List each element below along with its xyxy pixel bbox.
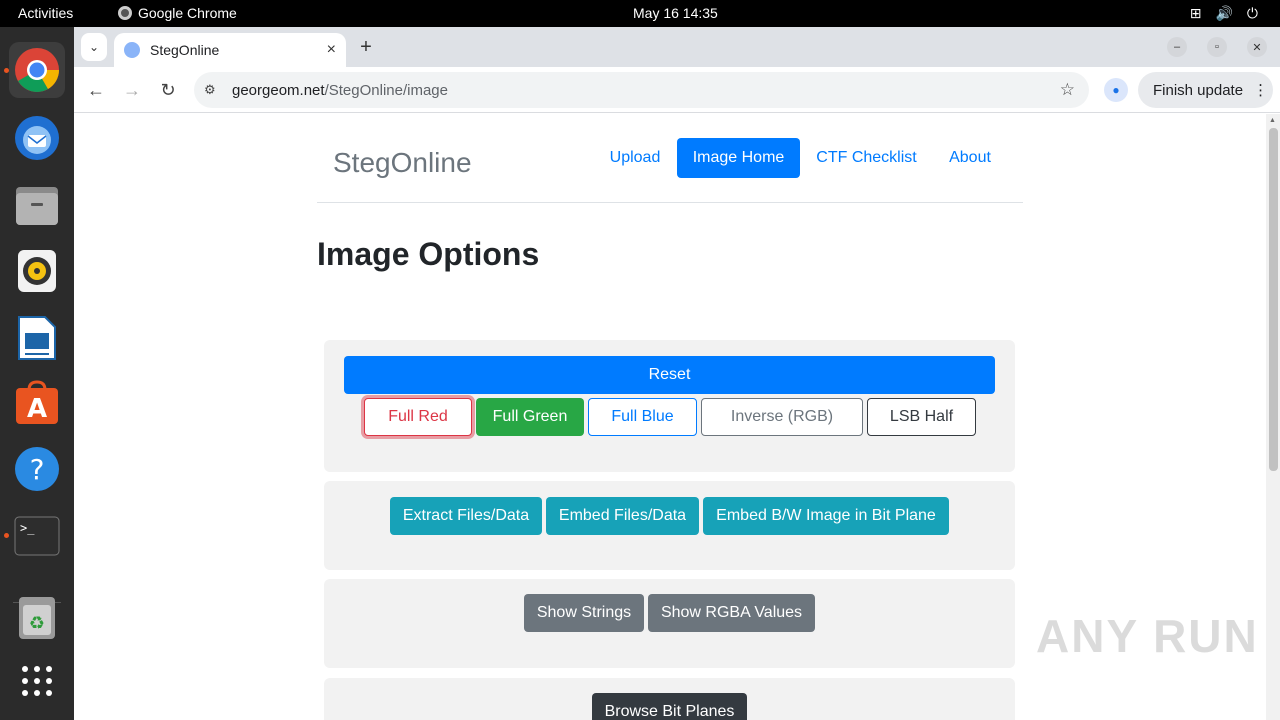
page-viewport: StegOnline Upload Image Home CTF Checkli…	[74, 114, 1280, 720]
activities-button[interactable]: Activities	[18, 5, 73, 21]
browse-bit-planes-button[interactable]: Browse Bit Planes	[592, 693, 747, 720]
nav-about[interactable]: About	[940, 138, 1000, 178]
browser-tab[interactable]: StegOnline ×	[114, 33, 346, 67]
minimize-button[interactable]: –	[1167, 37, 1187, 57]
globe-icon	[124, 42, 140, 58]
chevron-down-icon: ⌄	[88, 40, 100, 54]
analysis-card: Show Strings Show RGBA Values	[324, 579, 1015, 668]
rhythmbox-icon	[18, 250, 56, 292]
dock-files[interactable]	[9, 177, 65, 233]
help-icon: ?	[15, 447, 59, 491]
software-store-icon: A	[16, 380, 58, 424]
scroll-up-icon[interactable]: ▲	[1269, 117, 1276, 124]
profile-avatar[interactable]: ●	[1104, 78, 1128, 102]
dock-thunderbird[interactable]	[9, 110, 65, 166]
extract-files-button[interactable]: Extract Files/Data	[390, 497, 542, 535]
dock-chrome[interactable]	[9, 42, 65, 98]
svg-text:A: A	[27, 394, 47, 424]
arrow-left-icon: ←	[87, 79, 105, 100]
terminal-icon: >_	[14, 516, 60, 556]
url-path: /StegOnline/image	[324, 81, 448, 99]
inverse-rgb-button[interactable]: Inverse (RGB)	[701, 398, 863, 436]
dock-terminal[interactable]: >_	[9, 508, 65, 564]
dock-trash[interactable]: ♻	[9, 590, 65, 646]
chrome-icon	[15, 48, 59, 92]
tab-search-button[interactable]: ⌄	[81, 33, 107, 61]
plus-icon: +	[360, 36, 372, 58]
svg-text:♻: ♻	[29, 613, 45, 634]
browser-window: ⌄ StegOnline × + – ▫ ✕ ← → ↻ ⚙ georgeom.…	[74, 27, 1280, 720]
reset-button[interactable]: Reset	[344, 356, 995, 394]
close-icon: ✕	[1252, 41, 1262, 54]
site-brand[interactable]: StegOnline	[333, 147, 472, 179]
new-tab-button[interactable]: +	[354, 35, 378, 59]
full-green-button[interactable]: Full Green	[476, 398, 584, 436]
close-window-button[interactable]: ✕	[1247, 37, 1267, 57]
full-red-button[interactable]: Full Red	[364, 398, 472, 436]
running-indicator	[4, 68, 9, 73]
bit-planes-card: Browse Bit Planes	[324, 678, 1015, 720]
app-menu-label: Google Chrome	[138, 5, 237, 21]
page-title: Image Options	[317, 236, 540, 272]
maximize-button[interactable]: ▫	[1207, 37, 1227, 57]
page-scrollbar[interactable]: ▲	[1266, 114, 1280, 720]
clock[interactable]: May 16 14:35	[633, 5, 718, 21]
dock-software[interactable]: A	[9, 375, 65, 431]
close-icon[interactable]: ×	[327, 41, 336, 59]
finish-update-button[interactable]: Finish update ⋮	[1138, 72, 1273, 108]
bookmark-star-icon[interactable]: ☆	[1060, 80, 1075, 100]
svg-text:?: ?	[30, 453, 45, 486]
nav-ctf-checklist[interactable]: CTF Checklist	[808, 138, 925, 178]
show-strings-button[interactable]: Show Strings	[524, 594, 644, 632]
reload-icon: ↻	[160, 79, 176, 100]
more-vert-icon: ⋮	[1253, 82, 1269, 99]
finish-update-label: Finish update	[1153, 81, 1244, 99]
chrome-small-icon	[118, 6, 132, 20]
svg-text:>_: >_	[20, 521, 35, 535]
dock-show-apps[interactable]	[9, 653, 65, 709]
back-button[interactable]: ←	[83, 77, 109, 103]
reload-button[interactable]: ↻	[155, 77, 181, 103]
dock: A ? >_ ♻	[0, 27, 74, 720]
nav-image-home[interactable]: Image Home	[677, 138, 800, 178]
files-icon	[16, 187, 58, 225]
site-settings-icon[interactable]: ⚙	[204, 82, 224, 98]
dock-rhythmbox[interactable]	[9, 243, 65, 299]
url-host: georgeom.net	[232, 81, 325, 99]
nav-upload[interactable]: Upload	[601, 138, 669, 178]
tab-title: StegOnline	[150, 42, 220, 58]
trash-icon: ♻	[19, 597, 55, 639]
anyrun-watermark: ANY RUN	[1036, 610, 1259, 662]
browser-toolbar: ← → ↻ ⚙ georgeom.net/StegOnline/image ☆ …	[74, 67, 1280, 113]
app-menu[interactable]: Google Chrome	[118, 5, 237, 21]
thunderbird-icon	[15, 116, 59, 160]
embed-files-button[interactable]: Embed Files/Data	[546, 497, 699, 535]
scrollbar-thumb[interactable]	[1269, 128, 1278, 471]
minimize-icon: –	[1173, 41, 1181, 53]
app-grid-icon	[22, 666, 52, 696]
address-bar[interactable]: ⚙ georgeom.net/StegOnline/image ☆	[194, 72, 1089, 108]
power-icon: ⏻	[1246, 5, 1258, 21]
embed-bw-image-button[interactable]: Embed B/W Image in Bit Plane	[703, 497, 949, 535]
running-indicator	[4, 533, 9, 538]
volume-icon: 🔊	[1215, 5, 1233, 21]
lsb-half-button[interactable]: LSB Half	[867, 398, 976, 436]
writer-icon	[18, 316, 56, 360]
forward-button[interactable]: →	[119, 77, 145, 103]
system-tray[interactable]: ⊞ 🔊 ⏻	[1190, 5, 1258, 22]
dock-writer[interactable]	[9, 310, 65, 366]
system-top-bar: Activities Google Chrome May 16 14:35 ⊞ …	[0, 0, 1280, 27]
embed-extract-card: Extract Files/Data Embed Files/Data Embe…	[324, 481, 1015, 570]
network-icon: ⊞	[1189, 5, 1202, 21]
restore-icon: ▫	[1215, 41, 1219, 53]
header-divider	[317, 202, 1023, 203]
dock-help[interactable]: ?	[9, 441, 65, 497]
show-rgba-values-button[interactable]: Show RGBA Values	[648, 594, 815, 632]
color-options-card: Reset Full Red Full Green Full Blue Inve…	[324, 340, 1015, 472]
full-blue-button[interactable]: Full Blue	[588, 398, 697, 436]
tab-strip: ⌄ StegOnline × + – ▫ ✕	[74, 27, 1280, 67]
person-icon: ●	[1112, 83, 1120, 97]
arrow-right-icon: →	[123, 79, 141, 100]
